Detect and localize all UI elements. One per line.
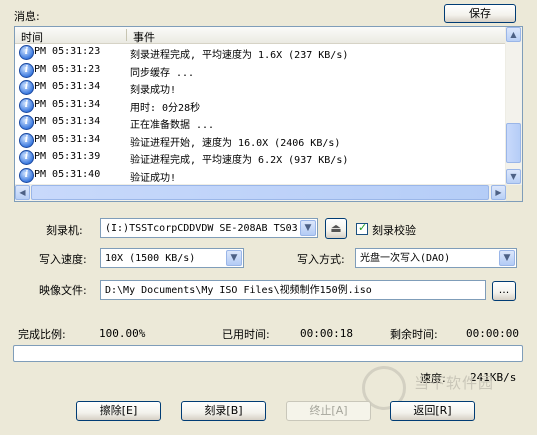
burn-button[interactable]: 刻录[B] bbox=[181, 401, 266, 421]
scroll-left-icon[interactable]: ◀ bbox=[15, 185, 30, 200]
info-icon: i bbox=[19, 150, 34, 165]
speed-label: 速度: bbox=[420, 372, 446, 385]
row-event: 同步缓存 ... bbox=[130, 67, 195, 79]
scroll-up-icon[interactable]: ▲ bbox=[506, 27, 521, 42]
info-icon: i bbox=[19, 132, 34, 148]
stop-button[interactable]: 终止[A] bbox=[286, 401, 371, 421]
row-time: PM 05:31:34 bbox=[34, 133, 101, 145]
burner-select[interactable]: (I:)TSSTcorpCDDVDW SE-208AB TS03 ▼ bbox=[100, 218, 318, 238]
write-speed-value: 10X (1500 KB/s) bbox=[105, 253, 196, 264]
row-time: PM 05:31:34 bbox=[34, 81, 101, 92]
log-horizontal-scrollbar[interactable]: ◀ ▶ bbox=[15, 184, 507, 201]
messages-label: 消息: bbox=[14, 10, 40, 23]
row-time: PM 05:31:40 bbox=[34, 168, 101, 180]
write-speed-select[interactable]: 10X (1500 KB/s) ▼ bbox=[100, 248, 244, 268]
browse-button[interactable]: ... bbox=[492, 281, 516, 301]
scroll-down-icon[interactable]: ▼ bbox=[506, 169, 521, 184]
table-row[interactable]: i PM 05:31:23 刻录进程完成, 平均速度为 1.6X (237 KB/s… bbox=[15, 44, 507, 61]
info-icon: i bbox=[19, 80, 34, 95]
info-icon: i bbox=[19, 62, 34, 78]
table-row[interactable]: i PM 05:31:34 用时: 0分28秒 bbox=[15, 97, 507, 114]
row-event: 正在准备数据 ... bbox=[130, 120, 215, 131]
checkmark-icon: ✓ bbox=[358, 221, 368, 234]
row-event: 刻录成功! bbox=[130, 85, 177, 96]
row-event: 验证进程开始, 速度为 16.0X (2406 KB/s) bbox=[130, 137, 341, 149]
erase-button[interactable]: 擦除[E] bbox=[76, 401, 161, 421]
vertical-scroll-thumb[interactable] bbox=[506, 123, 521, 163]
row-time: PM 05:31:23 bbox=[34, 63, 101, 75]
info-icon: i bbox=[19, 97, 34, 113]
chevron-down-icon[interactable]: ▼ bbox=[499, 250, 515, 266]
row-event: 验证进程完成, 平均速度为 6.2X (937 KB/s) bbox=[130, 155, 349, 166]
horizontal-scroll-thumb[interactable] bbox=[31, 185, 489, 200]
progress-bar bbox=[13, 345, 523, 362]
eject-icon: ⏏ bbox=[330, 221, 342, 235]
table-row[interactable]: i PM 05:31:40 验证成功! bbox=[15, 167, 507, 184]
image-file-field[interactable]: D:\My Documents\My ISO Files\视频制作150例.is… bbox=[100, 280, 486, 300]
write-mode-value: 光盘一次写入(DAO) bbox=[360, 253, 451, 264]
row-time: PM 05:31:34 bbox=[34, 116, 101, 127]
speed-value: 241KB/s bbox=[470, 371, 517, 384]
remaining-value: 00:00:00 bbox=[466, 327, 519, 340]
table-row[interactable]: i PM 05:31:34 验证进程开始, 速度为 16.0X (2406 KB/s… bbox=[15, 132, 507, 149]
verify-checkbox[interactable]: ✓ bbox=[356, 221, 368, 235]
elapsed-value: 00:00:18 bbox=[300, 327, 353, 340]
log-header: 时间 事件 bbox=[15, 27, 507, 44]
burner-label: 刻录机: bbox=[46, 224, 83, 237]
row-time: PM 05:31:34 bbox=[34, 98, 101, 110]
row-time: PM 05:31:23 bbox=[34, 46, 101, 57]
info-icon: i bbox=[19, 167, 34, 183]
scroll-right-icon[interactable]: ▶ bbox=[491, 185, 506, 200]
info-icon: i bbox=[19, 115, 34, 130]
table-row[interactable]: i PM 05:31:34 正在准备数据 ... bbox=[15, 114, 507, 131]
image-file-label: 映像文件: bbox=[39, 284, 87, 297]
chevron-down-icon[interactable]: ▼ bbox=[226, 250, 242, 266]
image-file-value: D:\My Documents\My ISO Files\视频制作150例.is… bbox=[105, 285, 372, 296]
row-event: 验证成功! bbox=[130, 172, 177, 184]
column-event[interactable]: 事件 bbox=[133, 29, 155, 45]
save-button[interactable]: 保存 bbox=[444, 4, 516, 23]
column-time[interactable]: 时间 bbox=[21, 29, 43, 45]
burner-value: (I:)TSSTcorpCDDVDW SE-208AB TS03 bbox=[105, 223, 298, 234]
table-row[interactable]: i PM 05:31:39 验证进程完成, 平均速度为 6.2X (937 KB/s… bbox=[15, 149, 507, 166]
log-vertical-scrollbar[interactable]: ▲ ▼ bbox=[505, 27, 522, 185]
write-speed-label: 写入速度: bbox=[39, 253, 87, 266]
completion-value: 100.00% bbox=[99, 327, 146, 340]
table-row[interactable]: i PM 05:31:23 同步缓存 ... bbox=[15, 62, 507, 79]
table-row[interactable]: i PM 05:31:34 刻录成功! bbox=[15, 79, 507, 96]
back-button[interactable]: 返回[R] bbox=[390, 401, 475, 421]
info-icon: i bbox=[19, 45, 34, 60]
verify-label: 刻录校验 bbox=[372, 224, 416, 237]
completion-label: 完成比例: bbox=[18, 328, 66, 341]
row-event: 刻录进程完成, 平均速度为 1.6X (237 KB/s) bbox=[130, 50, 349, 61]
remaining-label: 剩余时间: bbox=[390, 328, 438, 341]
write-mode-label: 写入方式: bbox=[297, 253, 345, 266]
eject-button[interactable]: ⏏ bbox=[325, 218, 347, 239]
chevron-down-icon[interactable]: ▼ bbox=[300, 220, 316, 236]
row-event: 用时: 0分28秒 bbox=[130, 102, 201, 114]
row-time: PM 05:31:39 bbox=[34, 151, 101, 162]
write-mode-select[interactable]: 光盘一次写入(DAO) ▼ bbox=[355, 248, 517, 268]
log-list[interactable]: 时间 事件 i PM 05:31:23 刻录进程完成, 平均速度为 1.6X (23… bbox=[14, 26, 523, 202]
elapsed-label: 已用时间: bbox=[222, 328, 270, 341]
